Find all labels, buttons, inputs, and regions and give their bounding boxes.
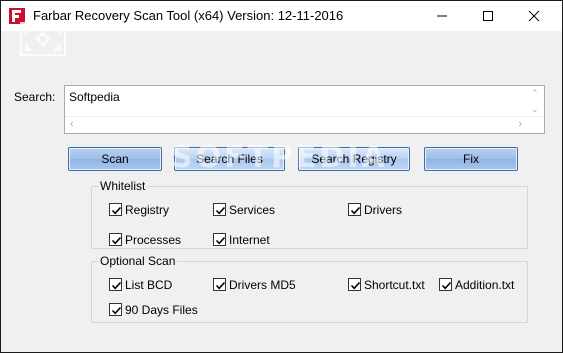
minimize-icon	[437, 15, 447, 17]
whitelist-services-label: Services	[229, 203, 276, 217]
whitelist-title: Whitelist	[98, 179, 148, 193]
window-title: Farbar Recovery Scan Tool (x64) Version:…	[33, 8, 344, 23]
checkbox-checked-icon	[213, 233, 226, 246]
checkbox-checked-icon	[109, 203, 122, 216]
app-window: Farbar Recovery Scan Tool (x64) Version:…	[0, 0, 563, 353]
scan-button[interactable]: Scan	[68, 147, 162, 171]
whitelist-drivers-checkbox[interactable]: Drivers	[348, 203, 402, 217]
checkbox-checked-icon	[109, 303, 122, 316]
search-label: Search:	[14, 90, 56, 104]
checkbox-checked-icon	[213, 203, 226, 216]
optional-scan-title: Optional Scan	[98, 254, 178, 268]
checkbox-checked-icon	[213, 278, 226, 291]
optional-shortcut-txt-label: Shortcut.txt	[364, 278, 425, 292]
optional-drivers-md5-label: Drivers MD5	[229, 278, 296, 292]
checkbox-checked-icon	[439, 278, 452, 291]
fix-button[interactable]: Fix	[424, 147, 518, 171]
search-registry-button[interactable]: Search Registry	[298, 147, 410, 171]
optional-90-days-files-checkbox[interactable]: 90 Days Files	[109, 303, 198, 317]
resize-watermark-icon	[15, 19, 71, 59]
whitelist-registry-label: Registry	[125, 203, 170, 217]
whitelist-processes-label: Processes	[125, 233, 182, 247]
whitelist-internet-checkbox[interactable]: Internet	[213, 233, 270, 247]
close-icon	[528, 10, 540, 22]
checkbox-checked-icon	[348, 203, 361, 216]
minimize-button[interactable]	[419, 1, 465, 31]
search-value: Softpedia	[69, 90, 120, 104]
optional-addition-txt-label: Addition.txt	[455, 278, 515, 292]
scroll-down-icon[interactable]: ⌄	[531, 105, 539, 114]
whitelist-registry-checkbox[interactable]: Registry	[109, 203, 169, 217]
checkbox-checked-icon	[348, 278, 361, 291]
close-button[interactable]	[511, 1, 557, 31]
maximize-button[interactable]	[465, 1, 511, 31]
checkbox-checked-icon	[109, 278, 122, 291]
scroll-left-icon[interactable]: ‹	[70, 119, 74, 130]
whitelist-drivers-label: Drivers	[364, 203, 402, 217]
whitelist-processes-checkbox[interactable]: Processes	[109, 233, 181, 247]
search-input[interactable]: Softpedia ⌃ ⌄ ‹ ›	[64, 85, 545, 134]
search-files-button[interactable]: Search Files	[174, 147, 285, 171]
whitelist-internet-label: Internet	[229, 233, 270, 247]
checkbox-checked-icon	[109, 233, 122, 246]
whitelist-services-checkbox[interactable]: Services	[213, 203, 275, 217]
scroll-up-icon[interactable]: ⌃	[531, 89, 539, 98]
optional-addition-txt-checkbox[interactable]: Addition.txt	[439, 278, 514, 292]
maximize-icon	[483, 11, 493, 21]
scroll-right-icon[interactable]: ›	[518, 119, 522, 130]
optional-drivers-md5-checkbox[interactable]: Drivers MD5	[213, 278, 296, 292]
optional-list-bcd-label: List BCD	[125, 278, 173, 292]
optional-shortcut-txt-checkbox[interactable]: Shortcut.txt	[348, 278, 425, 292]
optional-90-days-files-label: 90 Days Files	[125, 303, 198, 317]
title-bar[interactable]: Farbar Recovery Scan Tool (x64) Version:…	[1, 1, 562, 31]
optional-list-bcd-checkbox[interactable]: List BCD	[109, 278, 172, 292]
vertical-scrollbar[interactable]: ⌃ ⌄	[527, 86, 544, 117]
horizontal-scrollbar[interactable]: ‹ ›	[65, 116, 544, 133]
